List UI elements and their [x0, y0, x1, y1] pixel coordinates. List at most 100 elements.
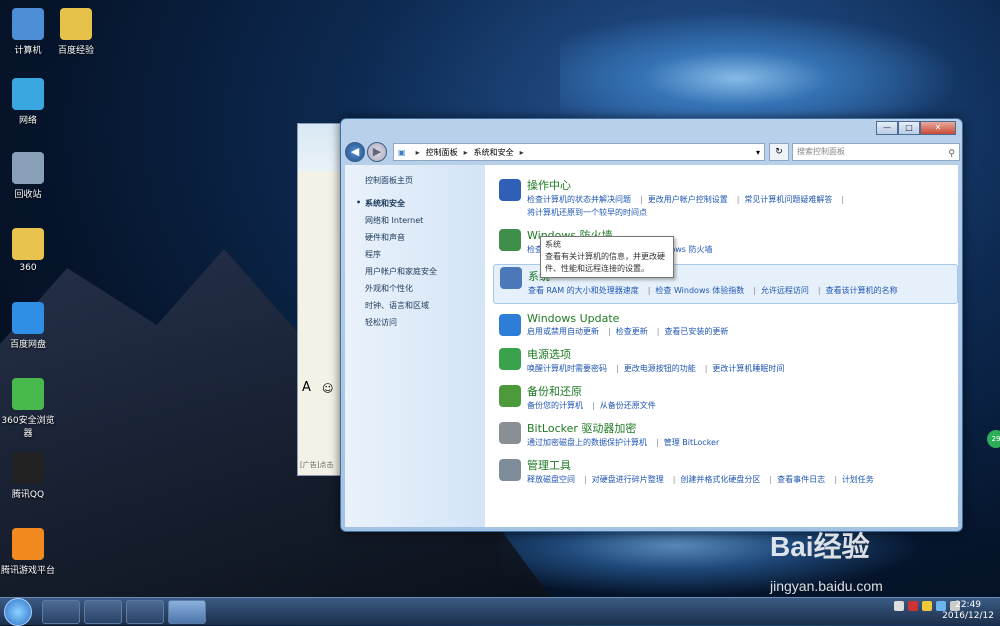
category-link[interactable]: 查看该计算机的名称	[826, 284, 898, 297]
category-icon[interactable]	[499, 179, 521, 201]
floating-badge[interactable]: 29	[987, 430, 1000, 448]
desktop-icon[interactable]: 腾讯游戏平台	[0, 528, 56, 576]
sidebar-item-network[interactable]: 网络和 Internet	[365, 215, 485, 226]
search-icon[interactable]: ⚲	[948, 146, 955, 162]
category-title[interactable]: Windows Update	[527, 312, 958, 325]
link-separator: |	[736, 195, 740, 204]
category-link[interactable]: 备份您的计算机	[527, 399, 583, 412]
control-panel-window[interactable]: — □ ✕ ◀ ▶ ▣ ▸ 控制面板 ▸ 系统和安全 ▸ ▾ ↻ 搜索控制面板 …	[340, 118, 963, 532]
back-button[interactable]: ◀	[345, 142, 365, 162]
taskbar-360-browser[interactable]	[42, 599, 80, 624]
category-link[interactable]: 释放磁盘空间	[527, 473, 575, 486]
taskbar-control-panel[interactable]	[168, 599, 206, 624]
sidebar-item-hardware[interactable]: 硬件和声音	[365, 232, 485, 243]
forward-button[interactable]: ▶	[367, 142, 387, 162]
breadcrumb-control-panel[interactable]: 控制面板	[426, 147, 458, 158]
category-title[interactable]: 电源选项	[527, 346, 958, 362]
navigation-bar: ◀ ▶ ▣ ▸ 控制面板 ▸ 系统和安全 ▸ ▾ ↻ 搜索控制面板 ⚲	[345, 141, 960, 163]
address-bar[interactable]: ▣ ▸ 控制面板 ▸ 系统和安全 ▸ ▾	[393, 143, 765, 161]
category-link[interactable]: 更改计算机睡眠时间	[712, 362, 784, 375]
desktop-icon[interactable]: 360安全浏览器	[0, 378, 56, 439]
category-link[interactable]: 查看已安装的更新	[664, 325, 728, 338]
desktop-icon[interactable]: 百度网盘	[0, 302, 56, 350]
desktop-icon[interactable]: 回收站	[0, 152, 56, 200]
category-link[interactable]: 计划任务	[842, 473, 874, 486]
breadcrumb-system-security[interactable]: 系统和安全	[474, 147, 514, 158]
category-link[interactable]: 启用或禁用自动更新	[527, 325, 599, 338]
sidebar-item-clock-region[interactable]: 时钟、语言和区域	[365, 300, 485, 311]
category-icon[interactable]	[499, 314, 521, 336]
search-placeholder: 搜索控制面板	[797, 147, 845, 156]
folder-360-icon	[12, 228, 44, 260]
desktop-icon[interactable]: 百度经验	[48, 8, 104, 56]
category-link[interactable]: 通过加密磁盘上的数据保护计算机	[527, 436, 647, 449]
chevron-right-icon: ▸	[463, 147, 468, 157]
taskbar-qq-chat[interactable]	[126, 599, 164, 624]
desktop-icon[interactable]: 网络	[0, 78, 56, 126]
category-link[interactable]: 常见计算机问题疑难解答	[744, 193, 832, 206]
close-button[interactable]: ✕	[920, 121, 956, 135]
category-title[interactable]: 备份和还原	[527, 383, 958, 399]
address-dropdown-icon[interactable]: ▾	[756, 148, 760, 157]
category-title[interactable]: 管理工具	[527, 457, 958, 473]
category-icon[interactable]	[499, 385, 521, 407]
control-panel-icon: ▣	[398, 147, 406, 157]
font-icon[interactable]: A	[302, 380, 311, 395]
qq-chat-window[interactable]: A ☺ [广告]点击	[297, 123, 345, 476]
emoji-icon[interactable]: ☺	[322, 382, 333, 395]
sidebar-item-programs[interactable]: 程序	[365, 249, 485, 260]
category-link[interactable]: 将计算机还原到一个较早的时间点	[527, 206, 647, 219]
sidebar-item-ease-of-access[interactable]: 轻松访问	[365, 317, 485, 328]
category-link[interactable]: 创建并格式化硬盘分区	[680, 473, 760, 486]
category-link[interactable]: 管理 BitLocker	[664, 436, 720, 449]
sidebar-item-user-accounts[interactable]: 用户帐户和家庭安全	[365, 266, 485, 277]
category-link[interactable]: 更改用户帐户控制设置	[648, 193, 728, 206]
category-icon[interactable]	[499, 348, 521, 370]
category-icon[interactable]	[499, 422, 521, 444]
keyboard-icon[interactable]	[894, 601, 904, 611]
category-link[interactable]: 更改电源按钮的功能	[624, 362, 696, 375]
refresh-button[interactable]: ↻	[769, 143, 789, 161]
desktop-icon-label: 360	[19, 263, 37, 273]
category-link[interactable]: 查看 RAM 的大小和处理器速度	[528, 284, 639, 297]
category-link[interactable]: 允许远程访问	[761, 284, 809, 297]
qq-tray-icon[interactable]	[922, 601, 932, 611]
watermark-url: jingyan.baidu.com	[770, 578, 883, 594]
search-input[interactable]: 搜索控制面板 ⚲	[792, 143, 960, 161]
security-icon[interactable]	[908, 601, 918, 611]
minimize-button[interactable]: —	[876, 121, 898, 135]
category-title[interactable]: BitLocker 驱动器加密	[527, 420, 958, 436]
desktop-icon[interactable]: 360	[0, 228, 56, 273]
baidu-netdisk-icon	[12, 302, 44, 334]
sidebar-home-link[interactable]: 控制面板主页	[365, 175, 485, 186]
recycle-bin-icon	[12, 152, 44, 184]
category-icon[interactable]	[499, 459, 521, 481]
start-button[interactable]	[4, 597, 32, 626]
link-separator: |	[640, 195, 643, 204]
category-link[interactable]: 唤醒计算机时需要密码	[527, 362, 607, 375]
category-icon[interactable]	[499, 229, 521, 251]
category-links: 唤醒计算机时需要密码 | 更改电源按钮的功能 | 更改计算机睡眠时间	[527, 362, 958, 375]
qq-ad-text[interactable]: [广告]点击	[300, 460, 333, 470]
desktop-icon-label: 回收站	[14, 190, 42, 200]
category-title[interactable]: 操作中心	[527, 177, 958, 193]
baidu-watermark: Bai经验	[770, 531, 870, 562]
link-separator: |	[592, 401, 595, 410]
sidebar-item-appearance[interactable]: 外观和个性化	[365, 283, 485, 294]
category-link[interactable]: 从备份还原文件	[600, 399, 656, 412]
desktop-icon[interactable]: 腾讯QQ	[0, 452, 56, 500]
clock-time: 22:49	[955, 600, 982, 610]
link-separator: |	[656, 327, 660, 336]
wallpaper-glow	[560, 0, 1000, 130]
category-link[interactable]: 对硬盘进行碎片整理	[592, 473, 664, 486]
category-link[interactable]: 检查计算机的状态并解决问题	[527, 193, 631, 206]
clock[interactable]: 22:49 2016/12/12	[942, 600, 994, 622]
category-link[interactable]: 检查 Windows 体验指数	[655, 284, 744, 297]
maximize-button[interactable]: □	[898, 121, 920, 135]
category-link[interactable]: 查看事件日志	[777, 473, 825, 486]
category-link[interactable]: 检查更新	[616, 325, 648, 338]
qq-icon	[12, 452, 44, 484]
sidebar-item-system-security[interactable]: 系统和安全	[356, 198, 485, 209]
taskbar-app-2[interactable]	[84, 599, 122, 624]
category-icon[interactable]	[500, 267, 522, 289]
